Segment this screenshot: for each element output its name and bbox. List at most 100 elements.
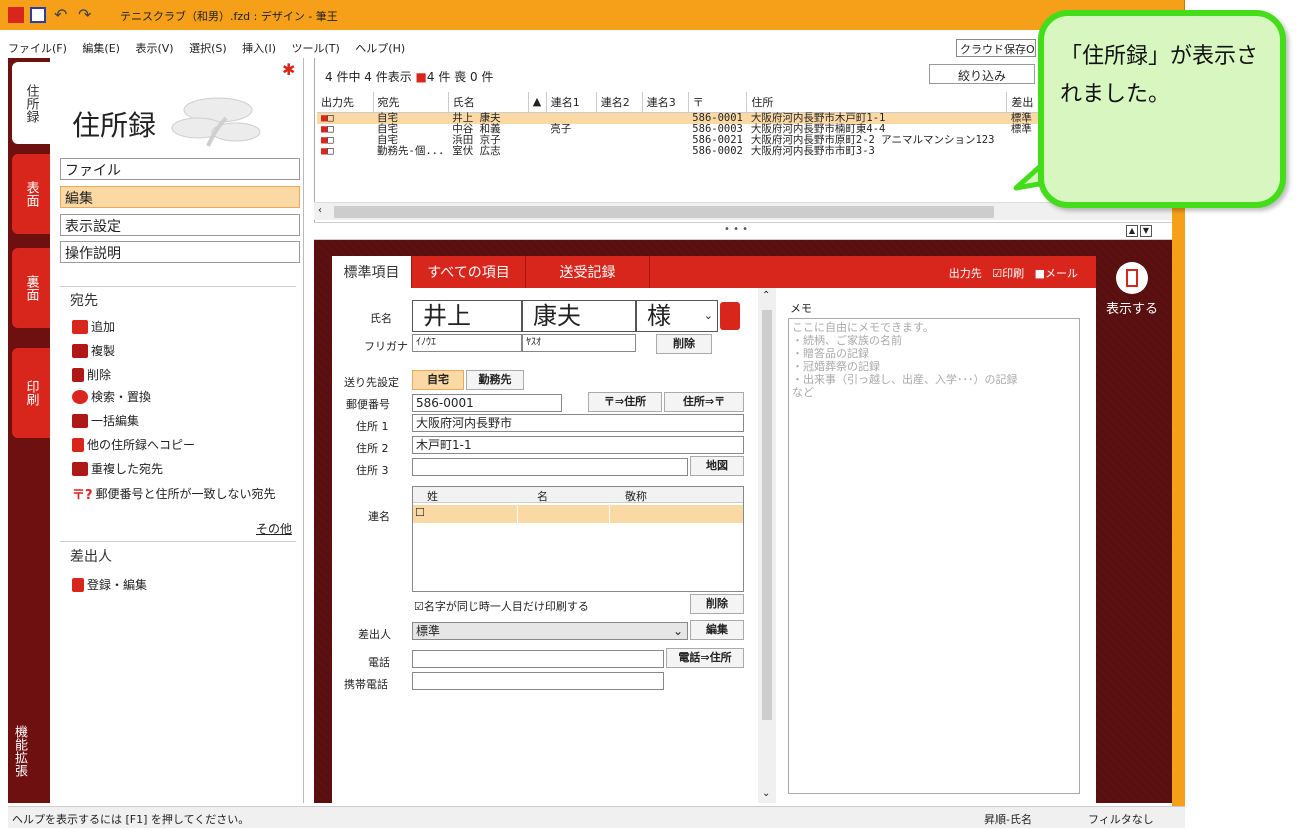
address1-field[interactable]: 大阪府河内長野市 <box>412 414 744 432</box>
scrollbar-thumb[interactable] <box>762 310 772 720</box>
tab-send-receive-log[interactable]: 送受記録 <box>526 256 650 288</box>
action-sender-label: 登録・編集 <box>87 578 148 592</box>
sender-select[interactable]: 標準 ⌄ <box>412 622 688 640</box>
action-search-replace[interactable]: 検索・置換 <box>72 388 151 405</box>
row-zip: 586-0003 <box>692 122 743 135</box>
zip-field[interactable]: 586-0001 <box>412 394 562 412</box>
sort-asc-icon[interactable]: ▲ <box>528 92 547 113</box>
phone-field[interactable] <box>412 650 664 668</box>
cloud-save-button[interactable]: クラウド保存ON <box>956 39 1036 57</box>
map-button[interactable]: 地図 <box>690 456 744 476</box>
action-duplicates[interactable]: 重複した宛先 <box>72 460 163 477</box>
scroll-up-icon[interactable]: ⌃ <box>762 290 770 301</box>
col-output[interactable]: 出力先 <box>317 92 374 113</box>
menu-help[interactable]: ヘルプ(H) <box>355 42 405 55</box>
mobile-label: 携帯電話 <box>344 678 388 691</box>
save-icon[interactable] <box>30 7 46 23</box>
address-card-icon[interactable] <box>720 302 740 330</box>
scroll-down-icon[interactable]: ⌄ <box>762 788 770 799</box>
splitter-up-icon[interactable]: ▲ <box>1126 225 1138 237</box>
undo-icon[interactable]: ↶ <box>54 5 67 24</box>
menu-select[interactable]: 選択(S) <box>189 42 227 55</box>
work-button[interactable]: 勤務先 <box>466 370 524 390</box>
settings-gear-icon[interactable]: ✱ <box>282 60 295 79</box>
zip-to-address-button[interactable]: 〒⇒住所 <box>588 392 662 412</box>
phone-to-address-button[interactable]: 電話⇒住所 <box>666 648 744 668</box>
table-row[interactable]: ■□ 自宅 井上 康夫 586-0001 大阪府河内長野市木戸町1-1 標準 <box>317 112 1047 124</box>
splitter-grip-icon[interactable]: • • • <box>724 224 748 235</box>
tab-all-items[interactable]: すべての項目 <box>412 256 526 288</box>
furigana-last-field[interactable]: ｲﾉｳｴ <box>412 334 522 352</box>
form-vertical-scrollbar[interactable]: ⌃ ⌄ <box>758 288 776 803</box>
col-ren2[interactable]: 連名2 <box>596 92 643 113</box>
address3-field[interactable] <box>412 458 688 476</box>
table-row[interactable]: ■□ 勤務先-個... 室伏 広志 586-0002 大阪府河内長野市市町3-3 <box>317 144 1047 157</box>
tab-back[interactable]: 裏面 <box>12 248 50 328</box>
row-output[interactable]: ■□ <box>317 145 373 157</box>
scroll-left-icon[interactable]: ‹ <box>318 205 322 216</box>
col-address[interactable]: 住所 <box>746 92 1008 113</box>
nav-instructions[interactable]: 操作説明 <box>60 241 300 263</box>
panel-title: 住所録 <box>72 109 157 142</box>
row-dest: 勤務先-個... <box>377 144 445 157</box>
list-horizontal-scrollbar[interactable]: ‹ <box>314 202 1172 220</box>
delete-name-button[interactable]: 削除 <box>656 334 712 354</box>
action-sender-edit[interactable]: 登録・編集 <box>72 576 147 593</box>
mail-checkbox-icon[interactable]: ■ <box>1035 267 1045 280</box>
table-row[interactable]: ■□ 自宅 中谷 和義 亮子 586-0003 大阪府河内長野市楠町東4-4 標… <box>317 122 1047 135</box>
mobile-field[interactable] <box>412 672 664 690</box>
furigana-first-field[interactable]: ﾔｽｵ <box>522 334 636 352</box>
more-link[interactable]: その他 <box>256 520 292 537</box>
filter-button[interactable]: 絞り込み <box>929 64 1035 84</box>
col-zip[interactable]: 〒 <box>688 92 748 113</box>
tab-standard-items[interactable]: 標準項目 <box>332 256 412 288</box>
action-add[interactable]: 追加 <box>72 318 115 335</box>
menu-view[interactable]: 表示(V) <box>135 42 173 55</box>
menu-insert[interactable]: 挿入(I) <box>242 42 276 55</box>
action-duplicate[interactable]: 複製 <box>72 342 115 359</box>
joint-names-delete-button[interactable]: 削除 <box>690 594 744 614</box>
pane-splitter[interactable]: • • • ▲ ▼ <box>314 222 1172 240</box>
joint-name-row[interactable]: ☐ <box>413 505 743 523</box>
action-zip-mismatch[interactable]: 〒? 郵便番号と住所が一致しない宛先 <box>72 484 276 503</box>
table-row[interactable]: ■□ 自宅 浜田 京子 586-0021 大阪府河内長野市原町2-2 アニマルマ… <box>317 134 1047 146</box>
col-dest[interactable]: 宛先 <box>373 92 449 113</box>
action-bulk-edit[interactable]: 一括編集 <box>72 412 139 429</box>
first-name-field[interactable]: 康夫 <box>522 300 636 332</box>
last-name-field[interactable]: 井上 <box>412 300 522 332</box>
address-to-zip-button[interactable]: 住所⇒〒 <box>664 392 744 412</box>
joint-name-checkbox[interactable]: ☐ <box>415 506 425 519</box>
address2-field[interactable]: 木戸町1-1 <box>412 436 744 454</box>
menu-file[interactable]: ファイル(F) <box>8 42 67 55</box>
honorific-select[interactable]: 様 ⌄ <box>636 300 718 332</box>
tab-front[interactable]: 表面 <box>12 154 50 234</box>
same-surname-option[interactable]: ☑名字が同じ時一人目だけ印刷する <box>414 598 589 614</box>
action-copy-to-other[interactable]: 他の住所録へコピー <box>72 436 195 453</box>
menu-tools[interactable]: ツール(T) <box>291 42 339 55</box>
nav-file[interactable]: ファイル <box>60 158 300 180</box>
redo-icon[interactable]: ↷ <box>78 5 91 24</box>
checkbox-checked-icon[interactable]: ☑ <box>414 600 424 613</box>
add-icon <box>72 319 88 334</box>
col-ren3[interactable]: 連名3 <box>642 92 689 113</box>
tab-extensions[interactable]: 機能拡張 <box>10 725 29 777</box>
show-preview-button[interactable]: 表示する <box>1100 262 1164 317</box>
tab-address-book[interactable]: 住所録 <box>12 62 50 144</box>
col-ren1[interactable]: 連名1 <box>546 92 597 113</box>
tab-print[interactable]: 印刷 <box>12 348 50 438</box>
print-checkbox-icon[interactable]: ☑ <box>992 267 1002 280</box>
nav-edit[interactable]: 編集 <box>60 186 300 208</box>
scrollbar-thumb[interactable] <box>334 206 994 218</box>
sender-edit-button[interactable]: 編集 <box>690 620 744 640</box>
print-count: 4 件 <box>426 70 451 84</box>
action-delete[interactable]: 削除 <box>72 366 111 383</box>
row-name: 井上 康夫 <box>448 112 547 124</box>
nav-display-settings[interactable]: 表示設定 <box>60 214 300 236</box>
menu-edit[interactable]: 編集(E) <box>82 42 120 55</box>
splitter-down-icon[interactable]: ▼ <box>1140 225 1152 237</box>
chevron-down-icon: ⌄ <box>703 309 713 322</box>
home-button[interactable]: 自宅 <box>412 370 464 390</box>
col-name[interactable]: 氏名 <box>448 92 529 113</box>
memo-textarea[interactable]: ここに自由にメモできます。 ・続柄、ご家族の名前 ・贈答品の記録 ・冠婚葬祭の記… <box>788 318 1080 794</box>
action-zip-mismatch-label: 郵便番号と住所が一致しない宛先 <box>95 487 276 501</box>
